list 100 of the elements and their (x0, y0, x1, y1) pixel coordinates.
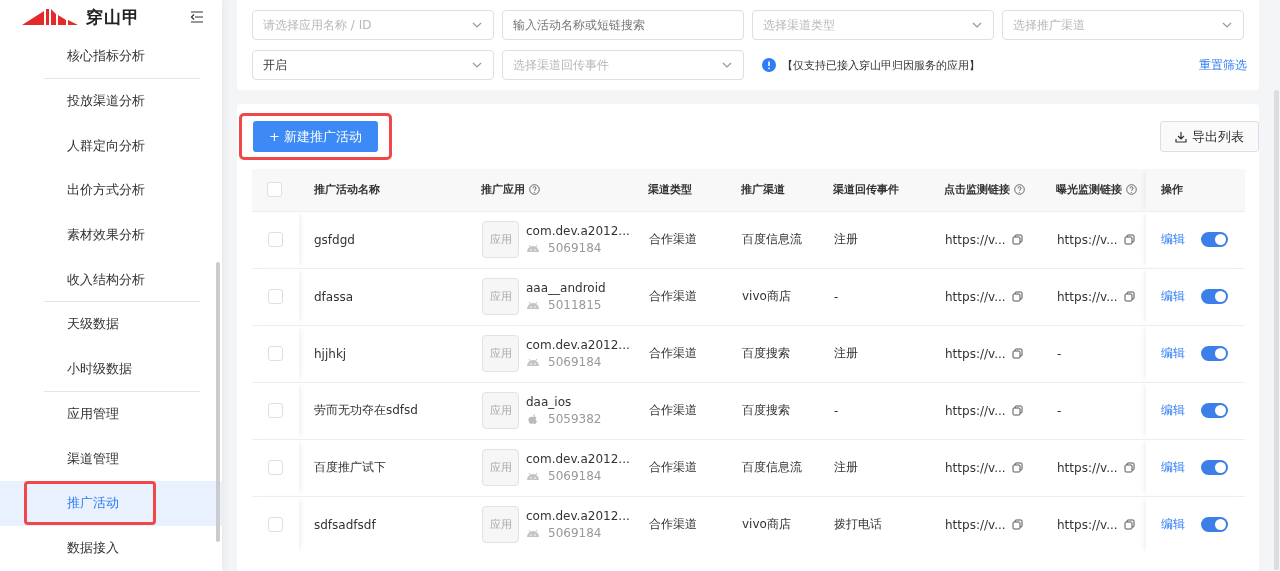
table-cell: sdfsadfsdf (299, 496, 481, 553)
column-title: 推广应用 (481, 182, 525, 198)
menu-item[interactable]: 小时级数据 (0, 346, 222, 392)
table-cell: - (833, 382, 944, 439)
table-cell: gsfdgd (299, 211, 481, 268)
help-icon (529, 184, 540, 196)
app-name: daa_ios (526, 395, 573, 409)
copy-icon (1011, 519, 1023, 531)
copy-icon (1011, 234, 1023, 245)
app-id: 5069184 (548, 241, 602, 255)
app-name: com.dev.a2012... (526, 452, 630, 466)
app-id: 5059382 (548, 412, 602, 426)
link-text: - (1057, 346, 1062, 361)
table-cell: 劳而无功夺在sdfsd (299, 382, 481, 439)
row-checkbox[interactable] (268, 289, 283, 304)
edit-link[interactable]: 编辑 (1161, 402, 1185, 419)
menu-item[interactable]: 出价方式分析 (0, 168, 222, 213)
column-title: 点击监测链接 (944, 182, 1010, 198)
copy-icon (1123, 519, 1135, 531)
help-icon (1014, 184, 1025, 196)
search-field[interactable]: 输入活动名称或短链搜索 (502, 10, 744, 40)
help-icon (1126, 184, 1137, 196)
copy-icon (1123, 234, 1135, 245)
copy-icon (1123, 291, 1135, 302)
edit-link[interactable]: 编辑 (1161, 231, 1185, 248)
toggle-switch[interactable] (1201, 517, 1228, 533)
table-cell: 拨打电话 (833, 496, 944, 553)
link-text: https://v... (945, 232, 1006, 247)
copy-icon (1011, 405, 1023, 416)
app-name: com.dev.a2012... (526, 509, 630, 524)
menu-collapse-icon (190, 11, 204, 23)
menu-item[interactable]: 数据接入 (0, 525, 222, 571)
apple-icon (526, 413, 540, 425)
logo-icon (22, 7, 80, 27)
export-button[interactable]: 导出列表 (1160, 121, 1259, 152)
table-cell: 合作渠道 (648, 325, 741, 382)
link-text: https://v... (1057, 232, 1118, 247)
toggle-switch[interactable] (1201, 460, 1228, 475)
toggle-switch[interactable] (1201, 403, 1228, 418)
app-id: 5069184 (548, 355, 602, 369)
app-label: 应用 (489, 460, 512, 475)
edit-link[interactable]: 编辑 (1161, 516, 1185, 534)
menu-item[interactable]: 收入结构分析 (0, 257, 222, 303)
row-checkbox[interactable] (268, 403, 283, 418)
android-icon (526, 470, 540, 482)
row-checkbox[interactable] (268, 517, 283, 533)
app-name: aaa__android (526, 281, 606, 295)
menu-item[interactable]: 投放渠道分析 (0, 78, 222, 124)
table-cell: 合作渠道 (648, 268, 741, 325)
toggle-switch[interactable] (1201, 232, 1228, 247)
link-text: - (1057, 403, 1062, 418)
column-title: 推广渠道 (741, 182, 785, 198)
menu-item[interactable]: 应用管理 (0, 391, 222, 437)
reset-filters-link[interactable]: 重置筛选 (1199, 56, 1247, 74)
table-cell: 百度搜索 (741, 325, 833, 382)
app-label: 应用 (489, 403, 512, 418)
table-cell: 百度信息流 (741, 211, 833, 268)
link-text: https://v... (945, 289, 1006, 304)
table-cell: hjjhkj (299, 325, 481, 382)
select-field[interactable]: 开启 (252, 50, 494, 80)
column-title: 曝光监测链接 (1056, 182, 1122, 198)
scrollbar[interactable] (216, 262, 220, 542)
menu-item[interactable]: 推广活动 (0, 480, 222, 526)
download-icon (1175, 130, 1187, 143)
menu-item[interactable]: 渠道管理 (0, 436, 222, 481)
scrollbar[interactable] (1274, 90, 1279, 570)
link-text: https://v... (945, 403, 1006, 418)
app-label: 应用 (489, 517, 512, 533)
menu-item[interactable]: 天级数据 (0, 302, 222, 347)
edit-link[interactable]: 编辑 (1161, 459, 1185, 476)
toggle-switch[interactable] (1201, 346, 1228, 361)
row-checkbox[interactable] (268, 346, 283, 361)
app-id: 5069184 (548, 469, 602, 483)
edit-link[interactable]: 编辑 (1161, 288, 1185, 305)
info-icon (762, 58, 776, 72)
select-all-checkbox[interactable] (267, 182, 282, 198)
app-label: 应用 (489, 346, 512, 361)
table-cell: 注册 (833, 211, 944, 268)
app-name: com.dev.a2012... (526, 338, 630, 352)
table-cell: 注册 (833, 325, 944, 382)
app-name: com.dev.a2012... (526, 224, 630, 238)
app-label: 应用 (489, 232, 512, 247)
table-cell: vivo商店 (741, 268, 833, 325)
edit-link[interactable]: 编辑 (1161, 345, 1185, 362)
menu-item[interactable]: 素材效果分析 (0, 212, 222, 258)
link-text: https://v... (945, 346, 1006, 361)
table-cell: 百度信息流 (741, 439, 833, 496)
row-checkbox[interactable] (268, 460, 283, 475)
link-text: https://v... (945, 517, 1006, 532)
copy-icon (1011, 348, 1023, 359)
toggle-switch[interactable] (1201, 289, 1228, 304)
brand-name: 穿山甲 (86, 5, 140, 29)
copy-icon (1011, 291, 1023, 302)
copy-icon (1123, 462, 1135, 473)
column-title: 渠道类型 (648, 182, 692, 198)
app-id: 5011815 (548, 298, 602, 312)
menu-item[interactable]: 人群定向分析 (0, 123, 222, 169)
menu-item[interactable]: 核心指标分析 (0, 34, 222, 79)
table-cell: 百度搜索 (741, 382, 833, 439)
row-checkbox[interactable] (268, 232, 283, 247)
